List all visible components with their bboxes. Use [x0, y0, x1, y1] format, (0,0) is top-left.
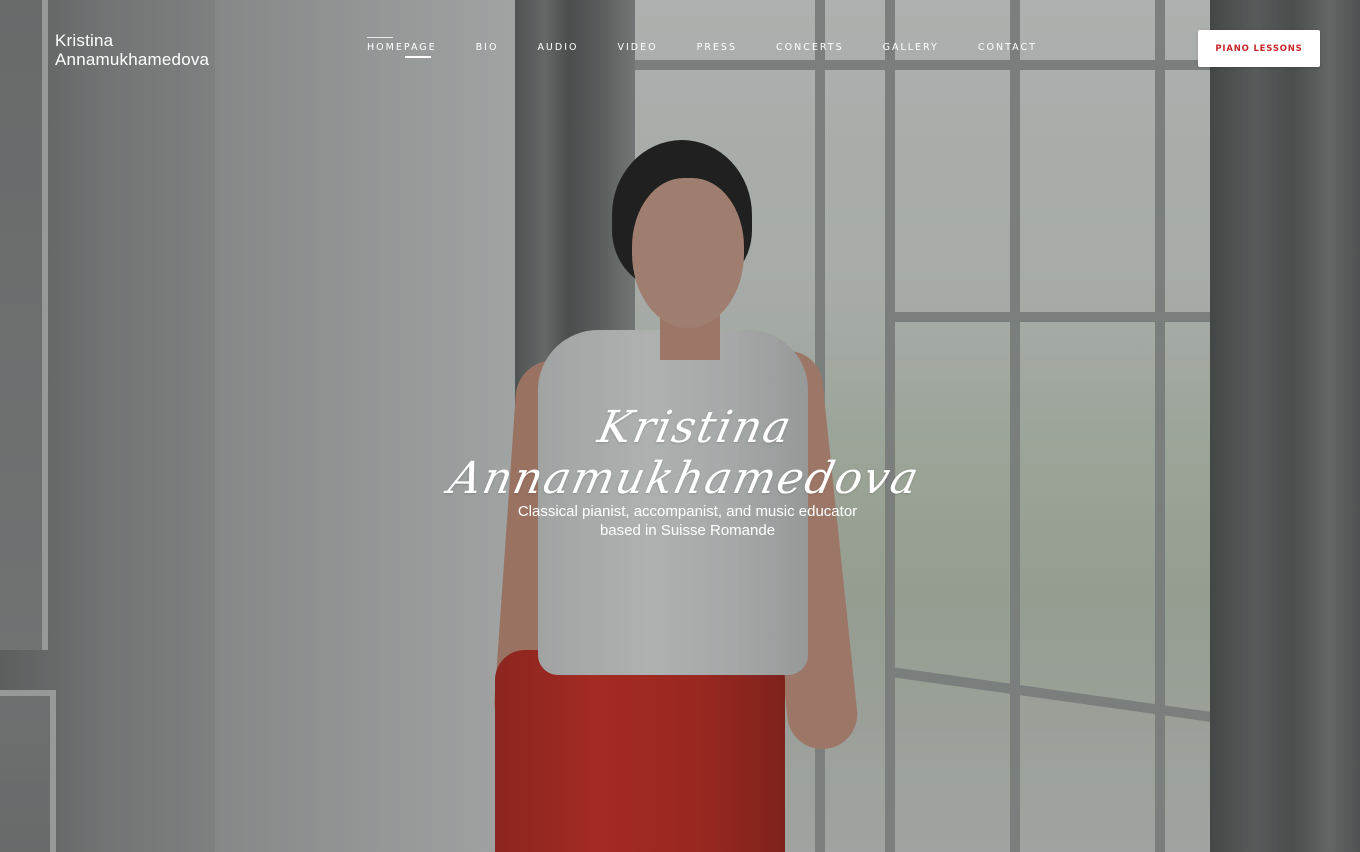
piano-lessons-button[interactable]: PIANO LESSONS: [1198, 30, 1320, 67]
nav-item-audio[interactable]: AUDIO: [537, 42, 578, 53]
hero-tagline: Classical pianist, accompanist, and musi…: [480, 502, 895, 540]
nav-item-contact[interactable]: CONTACT: [978, 42, 1037, 53]
nav-item-bio[interactable]: BIO: [476, 42, 499, 53]
nav-item-homepage[interactable]: HOMEPAGE: [367, 37, 437, 58]
nav-item-press[interactable]: PRESS: [697, 42, 737, 53]
site-logo[interactable]: Kristina Annamukhamedova: [55, 31, 209, 69]
site-logo-line1: Kristina: [55, 31, 114, 50]
nav-item-video[interactable]: VIDEO: [617, 42, 657, 53]
hero-tagline-line2: based in Suisse Romande: [599, 522, 776, 539]
main-nav: HOMEPAGE BIO AUDIO VIDEO PRESS CONCERTS …: [367, 37, 1076, 58]
hero-tagline-line1: Classical pianist, accompanist, and musi…: [517, 503, 858, 520]
nav-item-gallery[interactable]: GALLERY: [883, 42, 939, 53]
site-logo-line2: Annamukhamedova: [55, 50, 210, 69]
hero-signature-title: Kristina Annamukhamedova: [444, 402, 925, 504]
nav-item-concerts[interactable]: CONCERTS: [776, 42, 844, 53]
hero-section: Kristina Annamukhamedova HOMEPAGE BIO AU…: [0, 0, 1360, 852]
